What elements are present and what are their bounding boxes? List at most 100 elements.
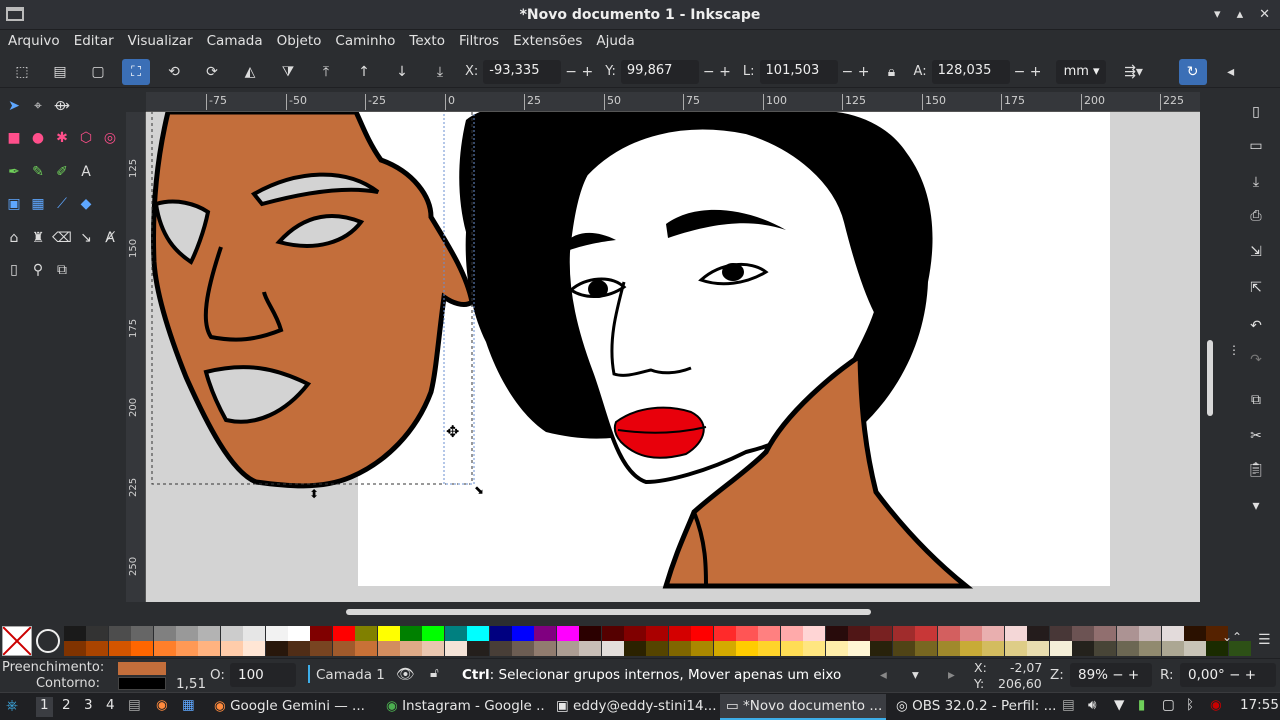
color-swatch[interactable] — [758, 641, 781, 656]
menu-objeto[interactable]: Objeto — [277, 33, 322, 49]
color-swatch[interactable] — [332, 626, 355, 641]
scale-handle-bottom[interactable]: ⬍ — [309, 487, 319, 501]
task-obs[interactable]: ◎ OBS 32.0.2 - Perfil: ... — [890, 694, 1056, 720]
calligraphy-tool-icon[interactable]: ✐ — [52, 162, 72, 182]
color-swatch[interactable] — [825, 641, 848, 656]
color-swatch[interactable] — [960, 641, 982, 656]
color-swatch[interactable] — [265, 626, 288, 641]
select-all-layers-icon[interactable]: ▤ — [46, 59, 74, 85]
color-swatch[interactable] — [668, 641, 691, 656]
minimize-button[interactable]: ▾ — [1214, 7, 1221, 22]
stroke-indicator[interactable] — [118, 677, 166, 690]
color-swatch[interactable] — [467, 641, 490, 656]
color-swatch[interactable] — [1184, 626, 1206, 641]
color-swatch[interactable] — [512, 641, 534, 656]
volume-tray-icon[interactable]: 🔊︎ — [1088, 697, 1097, 717]
color-swatch[interactable] — [915, 641, 938, 656]
layer-lock-icon[interactable]: 🔓︎ — [430, 665, 439, 681]
snap-toggle-icon[interactable]: ↻ — [1178, 58, 1207, 85]
color-swatch[interactable] — [176, 626, 198, 641]
pencil-tool-icon[interactable]: ✎ — [28, 162, 48, 182]
color-swatch[interactable] — [131, 641, 154, 656]
open-file-icon[interactable]: ▭ — [1246, 136, 1266, 156]
task-instagram[interactable]: ◉ Instagram - Google ... — [380, 694, 546, 720]
clock[interactable]: 17:55 — [1240, 697, 1279, 717]
color-swatch[interactable] — [624, 626, 646, 641]
color-swatch[interactable] — [1139, 626, 1162, 641]
bluetooth-tray-icon[interactable]: ᛒ — [1186, 697, 1194, 717]
color-swatch[interactable] — [713, 626, 736, 641]
unit-select[interactable]: mm ▾ — [1055, 59, 1106, 84]
color-swatch[interactable] — [870, 641, 893, 656]
color-swatch[interactable] — [422, 641, 445, 656]
color-swatch[interactable] — [601, 626, 624, 641]
color-swatch[interactable] — [579, 626, 602, 641]
paint-bucket-tool-icon[interactable]: ◆ — [76, 194, 96, 214]
color-swatch[interactable] — [198, 626, 221, 641]
lpe-tool-icon[interactable]: Ⱥ — [100, 228, 120, 248]
color-swatch[interactable] — [1027, 626, 1050, 641]
color-swatch[interactable] — [400, 626, 422, 641]
tweak-objects-tool-icon[interactable]: ⌂ — [4, 228, 24, 248]
color-swatch[interactable] — [803, 641, 826, 656]
color-swatch[interactable] — [288, 626, 310, 641]
paste-icon[interactable]: 📋︎ — [1246, 460, 1266, 480]
layer-dropdown-icon[interactable]: ▾ — [912, 667, 919, 683]
layer-visibility-icon[interactable]: 👁︎ — [396, 665, 415, 683]
redo-icon[interactable]: ↷ — [1246, 350, 1266, 370]
color-swatch[interactable] — [870, 626, 893, 641]
obs-tray-icon[interactable]: ◉ — [1210, 697, 1222, 717]
copy-icon[interactable]: ⧉ — [1246, 390, 1266, 410]
zoom-field[interactable]: 89% − + — [1070, 663, 1152, 687]
color-swatch[interactable] — [982, 626, 1005, 641]
color-swatch[interactable] — [736, 641, 758, 656]
color-swatch[interactable] — [310, 641, 333, 656]
flip-horizontal-icon[interactable]: ◭ — [236, 59, 264, 85]
y-field[interactable]: 99,867 — [620, 59, 699, 84]
color-swatch[interactable] — [982, 641, 1005, 656]
color-swatch[interactable] — [243, 641, 266, 656]
rotation-field[interactable]: 0,00° − + — [1180, 663, 1276, 687]
menu-camada[interactable]: Camada — [207, 33, 263, 49]
window-menu-icon[interactable] — [6, 7, 24, 21]
app-launcher-icon[interactable]: ⎈ — [6, 696, 18, 716]
color-swatch[interactable] — [758, 626, 781, 641]
horizontal-scrollbar[interactable] — [146, 606, 1200, 618]
color-swatch[interactable] — [713, 641, 736, 656]
vertical-scrollbar[interactable] — [1204, 112, 1216, 602]
color-swatch[interactable] — [444, 626, 467, 641]
color-swatch[interactable] — [1116, 626, 1139, 641]
spray-tool-icon[interactable]: ♜ — [28, 228, 48, 248]
color-swatch[interactable] — [1004, 641, 1027, 656]
color-swatch[interactable] — [691, 641, 714, 656]
collapse-panel-icon[interactable]: ◂ — [1217, 59, 1245, 85]
color-swatch[interactable] — [220, 626, 243, 641]
color-swatch[interactable] — [646, 641, 669, 656]
color-swatch[interactable] — [1072, 626, 1094, 641]
color-swatch[interactable] — [131, 626, 154, 641]
palette-menu-icon[interactable]: ☰ — [1258, 632, 1271, 648]
touch-select-icon[interactable]: ⛶ — [122, 58, 150, 85]
rectangle-tool-icon[interactable]: ■ — [4, 128, 24, 148]
color-swatch[interactable] — [153, 641, 176, 656]
menu-extensoes[interactable]: Extensões — [513, 33, 582, 49]
color-swatch[interactable] — [624, 641, 646, 656]
color-swatch[interactable] — [377, 641, 400, 656]
select-all-icon[interactable]: ⬚ — [8, 59, 36, 85]
color-swatch[interactable] — [1004, 626, 1027, 641]
layer-indicator[interactable]: Camada 1 — [316, 667, 385, 683]
scale-handle-corner[interactable]: ⬊ — [474, 483, 484, 497]
no-paint-swatch[interactable] — [2, 626, 32, 656]
menu-ajuda[interactable]: Ajuda — [596, 33, 634, 49]
color-swatch[interactable] — [915, 626, 938, 641]
command-bar-overflow-icon[interactable]: ⋮ — [1224, 340, 1244, 360]
opacity-field[interactable]: 100 — [230, 663, 296, 687]
text-tool-icon[interactable]: A — [76, 162, 96, 182]
import-icon[interactable]: ⇲ — [1246, 242, 1266, 262]
stroke-width[interactable]: 1,51 — [176, 676, 206, 692]
width-stepper[interactable]: − + — [842, 64, 872, 80]
selector-tool-icon[interactable]: ➤ — [4, 96, 24, 116]
3d-box-tool-icon[interactable]: ⬡ — [76, 128, 96, 148]
color-swatch[interactable] — [153, 626, 176, 641]
pages-tool-icon[interactable]: ▯ — [4, 260, 24, 280]
